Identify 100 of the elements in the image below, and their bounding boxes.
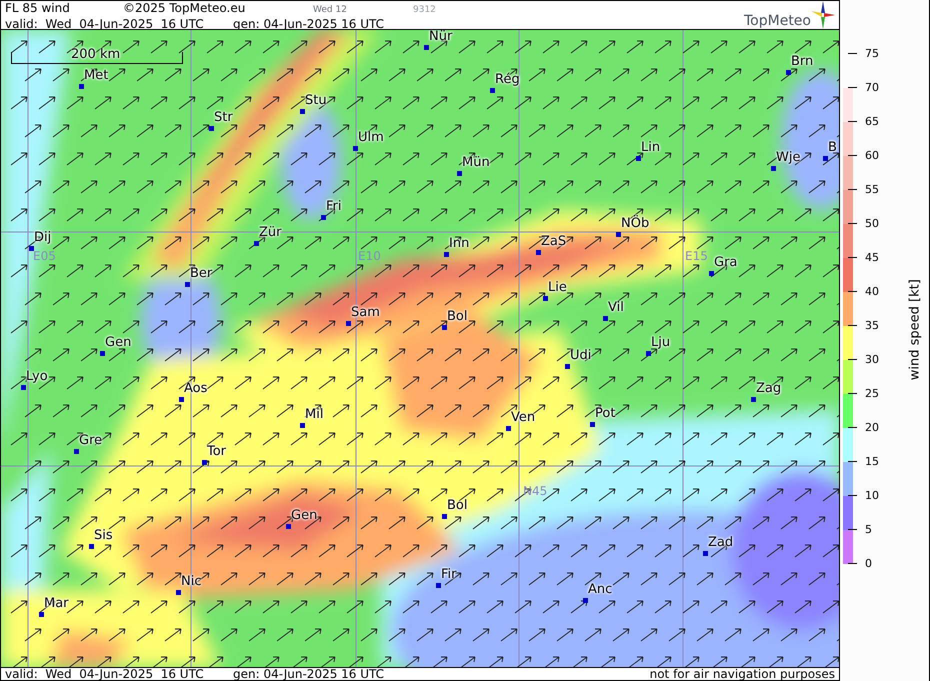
scale-tick-label: 60 xyxy=(865,149,879,162)
city-label: Pot xyxy=(595,407,616,421)
city-label: Stu xyxy=(305,94,327,108)
city-marker-icon xyxy=(89,544,94,549)
city-marker-icon xyxy=(703,551,708,556)
valid-time-text: valid: Wed 04-Jun-2025 16 UTC xyxy=(5,17,205,31)
city-marker-icon xyxy=(771,166,776,171)
city-marker-icon xyxy=(353,146,358,151)
run-code-text: 9312 xyxy=(413,4,436,17)
city-marker-icon xyxy=(444,252,449,257)
compass-star-logo-icon xyxy=(811,1,835,29)
scale-tick-label: 0 xyxy=(865,557,872,570)
city-label: Sis xyxy=(94,529,113,543)
city-marker-icon xyxy=(21,385,26,390)
day-code-text: Wed 12 xyxy=(313,4,348,17)
city-marker-icon xyxy=(202,460,207,465)
city-label: Rég xyxy=(495,73,520,87)
scale-tick-label: 25 xyxy=(865,387,879,400)
city-label: Gen xyxy=(291,509,318,523)
city-label: Ven xyxy=(511,411,536,425)
scale-tick-label: 50 xyxy=(865,217,879,230)
scale-tick-label: 40 xyxy=(865,285,879,298)
city-marker-icon xyxy=(709,271,714,276)
scale-tick-label: 10 xyxy=(865,489,879,502)
city-marker-icon xyxy=(823,156,828,161)
city-label: Ulm xyxy=(358,131,384,145)
city-label: Lie xyxy=(548,281,567,295)
disclaimer-text: not for air navigation purposes xyxy=(650,668,835,680)
city-label: Gra xyxy=(714,256,738,270)
city-marker-icon xyxy=(254,241,259,246)
city-label: NÖb xyxy=(621,217,650,231)
city-label: Inn xyxy=(449,237,470,251)
scale-tick-label: 5 xyxy=(865,523,872,536)
city-marker-icon xyxy=(646,351,651,356)
city-label: Bol xyxy=(447,310,468,324)
city-marker-icon xyxy=(209,126,214,131)
city-label: Fir xyxy=(441,568,456,582)
city-marker-icon xyxy=(786,70,791,75)
city-marker-icon xyxy=(442,325,447,330)
city-label: Str xyxy=(214,111,233,125)
city-label: Udi xyxy=(570,349,592,363)
legend-title: wind speed [kt] xyxy=(906,278,924,382)
city-label: Zür xyxy=(259,226,282,240)
city-marker-icon xyxy=(39,612,44,617)
city-marker-icon xyxy=(176,590,181,595)
city-marker-icon xyxy=(185,282,190,287)
city-label: Mil xyxy=(305,408,324,422)
city-marker-icon xyxy=(457,171,462,176)
scale-tick-label: 75 xyxy=(865,47,879,60)
city-marker-icon xyxy=(565,364,570,369)
scale-tick-label: 45 xyxy=(865,251,879,264)
city-marker-icon xyxy=(424,45,429,50)
city-label: Met xyxy=(84,69,108,83)
city-marker-icon xyxy=(79,84,84,89)
chart-title: FL 85 wind xyxy=(5,1,71,15)
city-marker-icon xyxy=(100,351,105,356)
scale-tick-label: 30 xyxy=(865,353,879,366)
scale-label: 200 km xyxy=(71,48,120,62)
scale-tick-label: 55 xyxy=(865,183,879,196)
city-label: Lin xyxy=(641,141,660,155)
grid-coordinate-label: E10 xyxy=(358,250,381,263)
city-label: Ber xyxy=(190,267,212,281)
city-label: Fri xyxy=(326,200,342,214)
city-label: B xyxy=(828,141,837,155)
scale-tick-label: 20 xyxy=(865,421,879,434)
scale-tick-label: 65 xyxy=(865,115,879,128)
valid-time-text: valid: Wed 04-Jun-2025 16 UTC xyxy=(5,668,205,680)
city-marker-icon xyxy=(543,296,548,301)
city-marker-icon xyxy=(536,250,541,255)
city-marker-icon xyxy=(286,524,291,529)
city-marker-icon xyxy=(506,426,511,431)
city-label: Aos xyxy=(184,382,208,396)
city-label: Lju xyxy=(651,336,670,350)
city-label: Zad xyxy=(708,536,734,550)
city-label: Mün xyxy=(462,156,490,170)
city-label: Nür xyxy=(429,30,452,44)
city-marker-icon xyxy=(300,109,305,114)
city-label: Bol xyxy=(447,499,468,513)
city-marker-icon xyxy=(442,514,447,519)
city-label: Gen xyxy=(105,336,132,350)
city-label: Vil xyxy=(608,301,624,315)
city-label: Brn xyxy=(791,55,814,69)
city-label: Zag xyxy=(756,382,782,396)
city-marker-icon xyxy=(590,422,595,427)
city-marker-icon xyxy=(616,232,621,237)
copyright-text: ©2025 TopMeteo.eu xyxy=(123,1,246,15)
scale-tick-label: 35 xyxy=(865,319,879,332)
grid-coordinate-label: E15 xyxy=(685,250,708,263)
city-label: Tor xyxy=(207,445,226,459)
city-marker-icon xyxy=(436,583,441,588)
city-label: Gre xyxy=(79,434,102,448)
city-label: Sam xyxy=(351,306,380,320)
city-marker-icon xyxy=(583,598,588,603)
city-marker-icon xyxy=(603,316,608,321)
city-label: Dij xyxy=(34,231,52,245)
city-marker-icon xyxy=(346,321,351,326)
scale-tick-label: 15 xyxy=(865,455,879,468)
city-marker-icon xyxy=(636,156,641,161)
city-label: Anc xyxy=(588,583,612,597)
city-marker-icon xyxy=(490,88,495,93)
